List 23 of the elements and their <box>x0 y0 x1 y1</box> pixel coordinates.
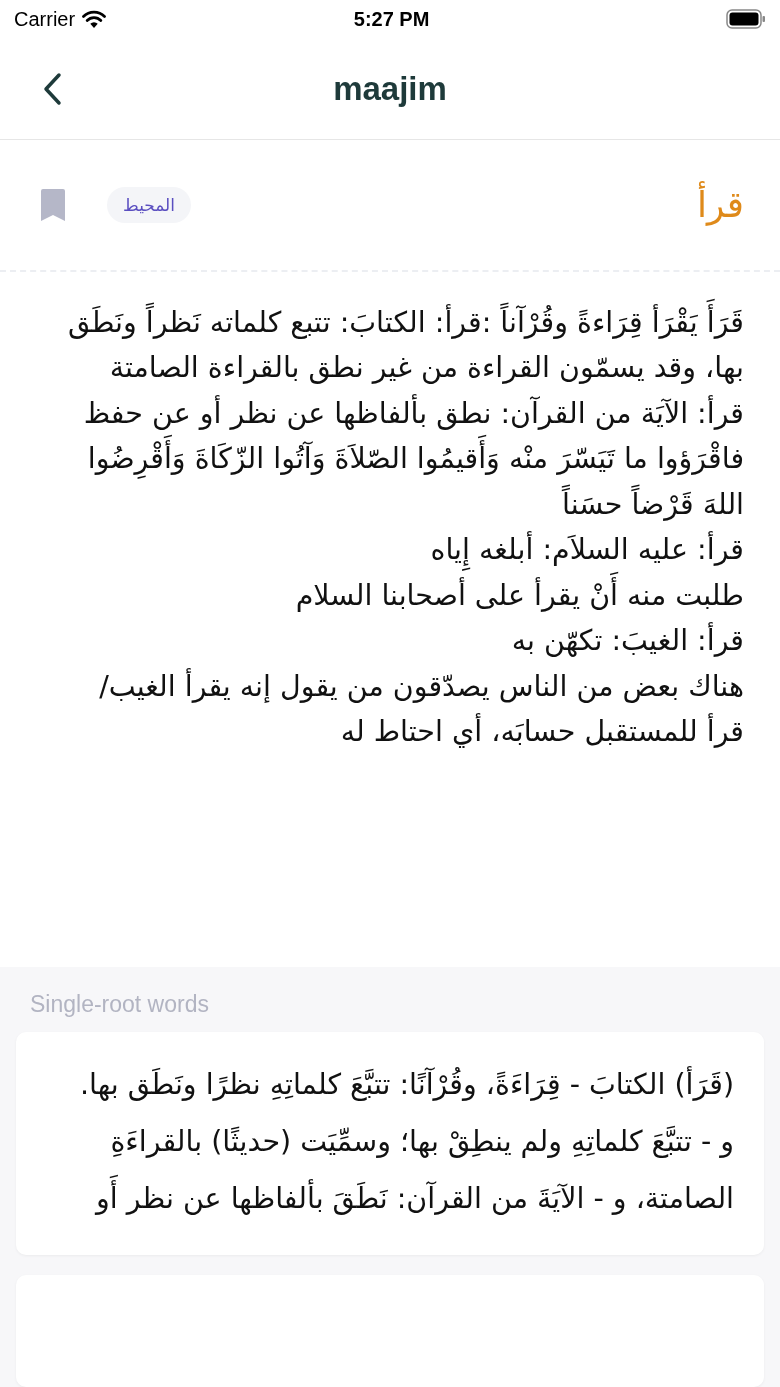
page-title: maajim <box>332 69 448 108</box>
bookmark-icon[interactable] <box>39 187 67 222</box>
definition-line: بها، وقد يسمّون القراءة من غير نطق بالقراءة الصامتة <box>108 350 744 387</box>
section-heading: Single-root words <box>30 991 210 1018</box>
battery-icon <box>726 9 766 30</box>
definition-line: قَرَأَ يَقْرَأ قِرَاءةً وقُرْآناً :قرأ: الكتابَ: تتبع كلماته نَظراً ونَطَق <box>30 299 744 346</box>
status-time: 5:27 PM <box>352 7 431 31</box>
definition-line: هناك بعض من الناس يصدّقون من يقول إنه يقرأ الغيب/ <box>98 667 744 705</box>
carrier-name: Carrier <box>14 7 76 31</box>
source-tag[interactable]: المحيط <box>107 186 191 223</box>
card-text-line: (قَرَأ) الكتابَ - قِرَاءَةً، وقُرْآنًا: تتبَّعَ كلماتِهِ نظرًا ونَطَق بها. <box>78 1065 734 1103</box>
word-card[interactable]: (قَرَأ) الكتابَ - قِرَاءَةً، وقُرْآنًا: تتبَّعَ كلماتِهِ نظرًا ونَطَق بها. و - تتبَّعَ كلماتِهِ ولم ينطِقْ بها؛ وسمِّيَت (حديثًا) بالقراءَةِ الصامتة، و - الآيَةَ من القرآن: نَطَقَ بألفاظها عن نظر أَو <box>16 1032 764 1255</box>
card-text-line: الصامتة، و - الآيَةَ من القرآن: نَطَقَ بألفاظها عن نظر أَو <box>46 1170 734 1227</box>
definition-line: قرأ للمستقبل حسابَه، أي احتاط له <box>339 712 744 751</box>
definition-line: اللهَ قَرْضاً حسَناً <box>30 481 744 528</box>
definition-line: قرأ: الغيبَ: تكهّن به <box>510 621 744 660</box>
wifi-icon <box>81 9 108 29</box>
definition-line: فاقْرَؤوا ما تَيَسّرَ منْه وَأَقيمُوا الصّلاَةَ وَآتُوا الزّكَاةَ وَأَقْرِضُوا <box>30 436 744 482</box>
definition-line: طلبت منه أَنْ يقرأ على أصحابنا السلام <box>30 572 744 619</box>
card-text-line: و - تتبَّعَ كلماتِهِ ولم ينطِقْ بها؛ وسمِّيَت (حديثًا) بالقراءَةِ <box>109 1124 734 1160</box>
back-icon <box>42 71 62 106</box>
definition-line: قرأ: عليه السلاَم: أبلغه إِياه <box>30 527 744 573</box>
definition-line: قرأ: الآيَة من القرآن: نطق بألفاظها عن نظر أو عن حفظ <box>82 393 744 432</box>
